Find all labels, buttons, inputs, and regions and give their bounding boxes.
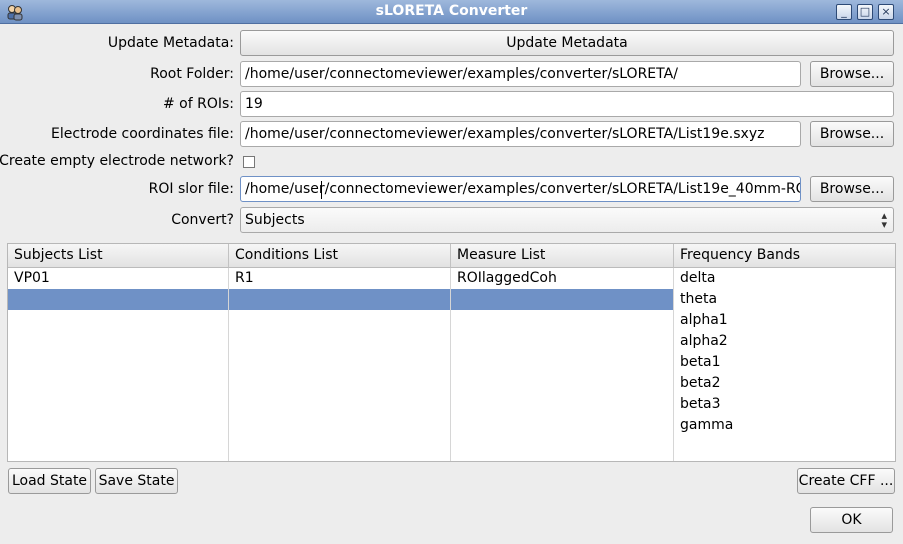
list-item[interactable]: theta: [674, 289, 895, 310]
subjects-list: VP01: [8, 268, 229, 461]
window-title: sLORETA Converter: [375, 3, 528, 19]
roi-slor-label: ROI slor file:: [148, 181, 234, 197]
num-rois-label: # of ROIs:: [162, 96, 234, 112]
list-item[interactable]: beta1: [674, 352, 895, 373]
save-state-button[interactable]: Save State: [95, 468, 178, 494]
list-item[interactable]: beta2: [674, 373, 895, 394]
root-folder-input[interactable]: /home/user/connectomeviewer/examples/con…: [240, 61, 801, 87]
list-item-selected[interactable]: [451, 289, 673, 310]
list-item-selected[interactable]: [8, 289, 228, 310]
ok-button[interactable]: OK: [810, 507, 893, 533]
convert-selected-value: Subjects: [245, 212, 305, 228]
roi-slor-value: /home/user/connectomeviewer/examples/con…: [245, 181, 801, 197]
list-item[interactable]: beta3: [674, 394, 895, 415]
convert-select[interactable]: Subjects ▴ ▾: [240, 207, 894, 233]
title-bar: sLORETA Converter _ □ ×: [0, 0, 903, 24]
roi-slor-browse-button[interactable]: Browse...: [810, 176, 894, 202]
conditions-list-header[interactable]: Conditions List: [229, 244, 451, 268]
root-folder-browse-button[interactable]: Browse...: [810, 61, 894, 87]
empty-network-checkbox[interactable]: [243, 156, 255, 168]
list-item[interactable]: gamma: [674, 415, 895, 436]
empty-network-label: Create empty electrode network?: [0, 153, 234, 169]
list-item[interactable]: R1: [229, 268, 450, 289]
electrode-file-input[interactable]: /home/user/connectomeviewer/examples/con…: [240, 121, 801, 147]
roi-slor-input[interactable]: /home/user/connectomeviewer/examples/con…: [240, 176, 801, 202]
maximize-button[interactable]: □: [857, 4, 873, 20]
root-folder-label: Root Folder:: [150, 66, 234, 82]
electrode-file-label: Electrode coordinates file:: [51, 126, 234, 142]
measure-list: ROIlaggedCoh: [451, 268, 674, 461]
load-state-button[interactable]: Load State: [8, 468, 91, 494]
list-item[interactable]: alpha1: [674, 310, 895, 331]
list-item-selected[interactable]: [229, 289, 450, 310]
measure-list-header[interactable]: Measure List: [451, 244, 674, 268]
lists-table: Subjects List Conditions List Measure Li…: [7, 243, 896, 462]
frequency-bands-header[interactable]: Frequency Bands: [674, 244, 895, 268]
text-cursor: [321, 181, 322, 199]
frequency-bands-list: delta theta alpha1 alpha2 beta1 beta2 be…: [674, 268, 895, 461]
close-button[interactable]: ×: [878, 4, 894, 20]
update-metadata-button[interactable]: Update Metadata: [240, 30, 894, 56]
list-item[interactable]: alpha2: [674, 331, 895, 352]
minimize-button[interactable]: _: [836, 4, 852, 20]
create-cff-button[interactable]: Create CFF ...: [797, 468, 895, 494]
electrode-file-browse-button[interactable]: Browse...: [810, 121, 894, 147]
convert-label: Convert?: [171, 212, 234, 228]
list-item[interactable]: ROIlaggedCoh: [451, 268, 673, 289]
updown-arrow-icon: ▴ ▾: [881, 209, 887, 231]
update-metadata-label: Update Metadata:: [107, 35, 234, 51]
conditions-list: R1: [229, 268, 451, 461]
list-item[interactable]: VP01: [8, 268, 228, 289]
subjects-list-header[interactable]: Subjects List: [8, 244, 229, 268]
num-rois-input[interactable]: 19: [240, 91, 894, 117]
list-item[interactable]: delta: [674, 268, 895, 289]
